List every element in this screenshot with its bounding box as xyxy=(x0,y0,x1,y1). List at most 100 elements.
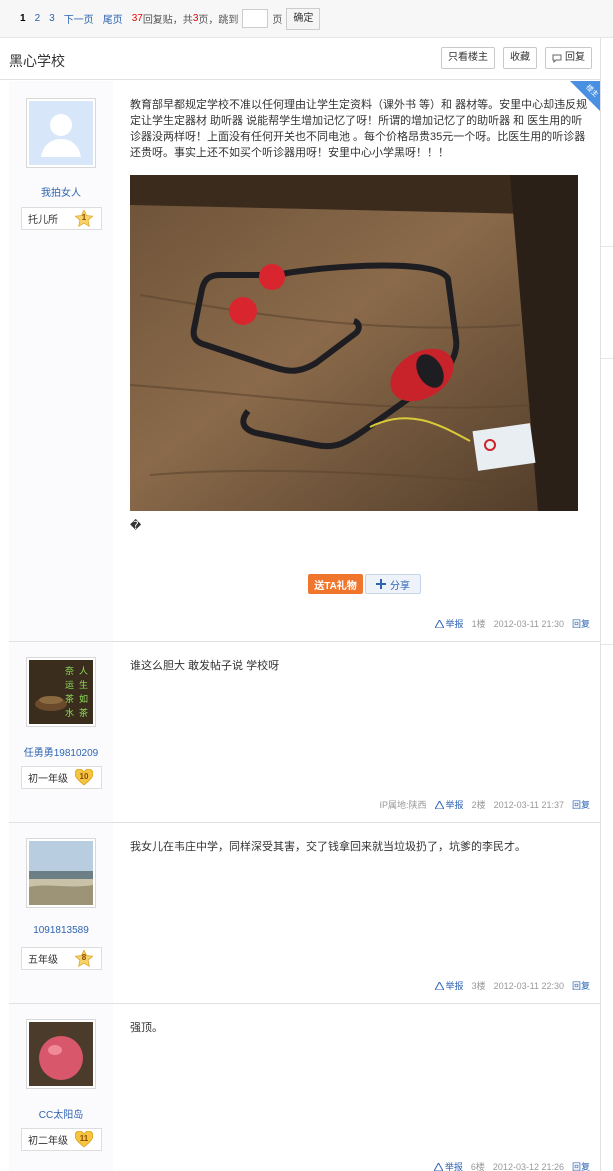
level-name: 托儿所 xyxy=(28,215,58,226)
user-level[interactable]: 五年级 8 xyxy=(21,947,102,970)
favorite-button[interactable]: 收藏 xyxy=(503,47,537,69)
post-content: 谁这么胆大 敢发帖子说 学校呀 xyxy=(130,660,280,672)
plus-icon xyxy=(376,579,386,589)
level-heart-icon: 10 xyxy=(74,768,94,786)
report-label: 举报 xyxy=(445,981,464,991)
level-heart-icon: 11 xyxy=(74,1130,94,1148)
hearing-device-photo xyxy=(130,175,578,511)
post-content: 我女儿在韦庄中学，同样深受其害，交了钱拿回来就当垃圾扔了，坑爹的李民才。 xyxy=(130,841,526,853)
post-reply-link[interactable]: 回复 xyxy=(572,979,590,992)
avatar-text-3: 运 xyxy=(65,680,74,691)
username[interactable]: 任勇勇19810209 xyxy=(9,744,113,759)
default-avatar-icon xyxy=(29,101,93,165)
sidebar-divider xyxy=(601,644,613,645)
post-actions: 送TA礼物 分享 xyxy=(308,574,421,594)
avatar-text-5: 茶 xyxy=(65,693,74,705)
sidebar-divider xyxy=(601,246,613,247)
landscape-avatar-image xyxy=(29,841,93,905)
thread-header: 黑心学校 只看楼主 收藏 回复 xyxy=(0,38,600,80)
level-number: 8 xyxy=(81,953,87,962)
ip-location: IP属地:陕西 xyxy=(379,800,427,810)
pagination-bar: 1 2 3 下一页 尾页 37 回复贴，共 3 页，跳到 页 确定 xyxy=(0,0,613,38)
report-link[interactable]: 举报 xyxy=(434,617,464,630)
level-star-icon: 1 xyxy=(74,209,94,227)
post-floor-2: 奈 人 运 生 茶 如 水 茶 任勇勇19810209 初一年级 10 谁这么胆… xyxy=(9,642,600,823)
user-level[interactable]: 初一年级 10 xyxy=(21,766,102,789)
post-tail: 举报 6楼 2012-03-12 21:26 回复 xyxy=(433,1160,590,1171)
post-tail: IP属地:陕西 举报 2楼 2012-03-11 21:37 回复 xyxy=(380,798,590,811)
user-level[interactable]: 初二年级 11 xyxy=(21,1128,102,1151)
post-time: 2012-03-11 21:30 xyxy=(493,618,564,629)
warning-icon xyxy=(434,981,444,990)
jump-confirm-button[interactable]: 确定 xyxy=(286,7,321,30)
avatar-text-6: 如 xyxy=(79,693,88,705)
post-floor-3: 1091813589 五年级 8 我女儿在韦庄中学，同样深受其害，交了钱拿回来就… xyxy=(9,823,600,1004)
post-time: 2012-03-11 22:30 xyxy=(493,980,564,991)
post-content: 教育部早都规定学校不准以任何理由让学生定资料（课外书 等）和 器材等。安里中心却… xyxy=(130,99,588,159)
trailing-glyph: � xyxy=(130,520,142,532)
jump-page-input[interactable] xyxy=(242,9,269,28)
level-name: 五年级 xyxy=(28,955,58,966)
post-reply-link[interactable]: 回复 xyxy=(572,1160,590,1171)
share-label: 分享 xyxy=(390,580,410,592)
level-number: 11 xyxy=(79,1134,89,1143)
floor-number: 6楼 xyxy=(470,1162,485,1171)
avatar[interactable] xyxy=(26,98,96,168)
warning-icon xyxy=(434,800,444,809)
avatar[interactable] xyxy=(26,838,96,908)
author-panel: 奈 人 运 生 茶 如 水 茶 任勇勇19810209 初一年级 10 xyxy=(9,642,113,822)
report-link[interactable]: 举报 xyxy=(434,979,464,992)
apple-avatar-image xyxy=(29,1022,93,1086)
avatar-text-1: 奈 xyxy=(65,665,74,677)
only-owner-button[interactable]: 只看楼主 xyxy=(441,47,495,69)
post-floor-1: 我拍女人 托儿所 1 楼主 教育部早都规定学校不准以任何理由让学生定资料（课外书… xyxy=(9,81,600,642)
avatar-text-4: 生 xyxy=(79,679,88,691)
page-link-3[interactable]: 3 xyxy=(49,13,55,24)
author-panel: 1091813589 五年级 8 xyxy=(9,823,113,1003)
jump-suffix: 页 xyxy=(272,15,283,26)
username[interactable]: 1091813589 xyxy=(9,925,113,936)
post-reply-link[interactable]: 回复 xyxy=(572,798,590,811)
reply-count-label: 回复贴，共 xyxy=(142,15,193,26)
floor-number: 2楼 xyxy=(471,800,486,810)
username[interactable]: 我拍女人 xyxy=(9,184,113,199)
report-label: 举报 xyxy=(445,800,464,810)
level-name: 初二年级 xyxy=(28,1136,68,1147)
tea-avatar-image: 奈 人 运 生 茶 如 水 茶 xyxy=(29,660,93,724)
send-gift-button[interactable]: 送TA礼物 xyxy=(308,574,363,594)
page-link-2[interactable]: 2 xyxy=(35,13,41,24)
last-page-link[interactable]: 尾页 xyxy=(103,11,123,26)
floor-number: 1楼 xyxy=(471,619,486,629)
report-link[interactable]: 举报 xyxy=(434,798,464,811)
pages-suffix: 页，跳到 xyxy=(198,15,239,26)
avatar[interactable] xyxy=(26,1019,96,1089)
user-level[interactable]: 托儿所 1 xyxy=(21,207,102,230)
reply-count: 37 xyxy=(131,13,143,24)
post-image[interactable] xyxy=(130,175,578,511)
level-name: 初一年级 xyxy=(28,774,68,785)
post-tail: 举报 1楼 2012-03-11 21:30 回复 xyxy=(434,617,590,630)
post-tail: 举报 3楼 2012-03-11 22:30 回复 xyxy=(434,979,590,992)
avatar-text-7: 水 xyxy=(65,707,74,719)
level-star-icon: 8 xyxy=(74,949,94,967)
report-label: 举报 xyxy=(444,1162,463,1171)
send-gift-label: 送TA礼物 xyxy=(314,580,357,592)
sidebar-divider xyxy=(601,358,613,359)
post-reply-link[interactable]: 回复 xyxy=(572,617,590,630)
only-owner-label: 只看楼主 xyxy=(448,52,488,63)
next-page-link[interactable]: 下一页 xyxy=(64,11,94,26)
warning-icon xyxy=(433,1162,443,1171)
username[interactable]: CC太阳岛 xyxy=(9,1106,113,1121)
floor-number: 3楼 xyxy=(471,981,486,991)
author-panel: CC太阳岛 初二年级 11 xyxy=(9,1004,113,1171)
post-floor-6: CC太阳岛 初二年级 11 强顶。 举报 6楼 2012-03-12 21:26… xyxy=(9,1004,600,1171)
favorite-label: 收藏 xyxy=(510,52,530,63)
post-time: 2012-03-11 21:37 xyxy=(493,799,564,810)
report-link[interactable]: 举报 xyxy=(433,1160,463,1171)
share-button[interactable]: 分享 xyxy=(365,574,421,594)
reply-label: 回复 xyxy=(565,52,585,63)
post-time: 2012-03-12 21:26 xyxy=(492,1161,564,1171)
avatar[interactable]: 奈 人 运 生 茶 如 水 茶 xyxy=(26,657,96,727)
reply-button[interactable]: 回复 xyxy=(545,47,592,69)
author-panel: 我拍女人 托儿所 1 xyxy=(9,81,113,641)
